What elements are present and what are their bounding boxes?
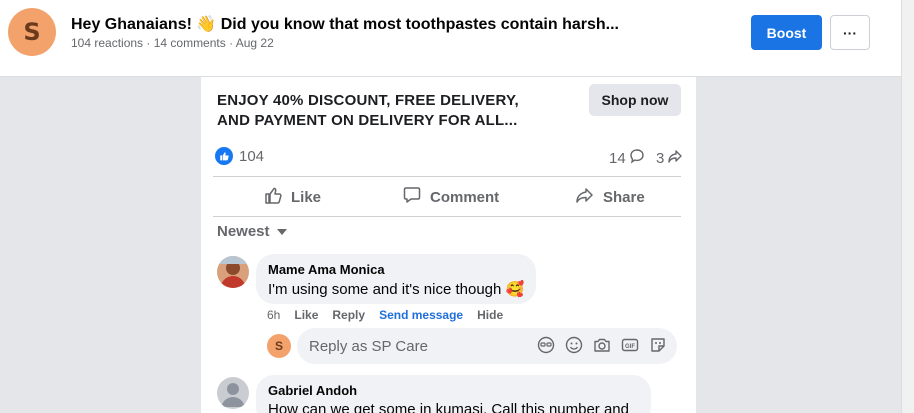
post-card: ENJOY 40% DISCOUNT, FREE DELIVERY, AND P… xyxy=(201,77,696,413)
comment-text: I'm using some and it's nice though 🥰 xyxy=(268,281,525,298)
shares-count[interactable]: 3 xyxy=(656,148,683,168)
thumbs-up-icon xyxy=(263,185,283,209)
comment-time[interactable]: 6h xyxy=(267,308,280,322)
ad-headline: ENJOY 40% DISCOUNT, FREE DELIVERY, AND P… xyxy=(217,91,519,131)
reply-tools: GIF xyxy=(537,336,667,354)
sort-label: Newest xyxy=(217,223,270,240)
post-title: Hey Ghanaians! 👋 Did you know that most … xyxy=(71,16,619,33)
boost-button[interactable]: Boost xyxy=(751,15,822,50)
ad-headline-line1: ENJOY 40% DISCOUNT, FREE DELIVERY, xyxy=(217,92,519,109)
reply-placeholder: Reply as SP Care xyxy=(309,338,428,355)
comment-label: Comment xyxy=(430,188,500,206)
emoji-icon[interactable] xyxy=(565,336,583,354)
svg-text:GIF: GIF xyxy=(625,344,635,350)
comment-like-link[interactable]: Like xyxy=(294,308,318,322)
reply-avatar: S xyxy=(267,334,291,358)
comment-actions: 6h Like Reply Send message Hide xyxy=(267,308,503,322)
commenter-avatar[interactable] xyxy=(217,377,249,409)
like-reaction-icon[interactable] xyxy=(215,147,233,165)
post-meta: 104 reactions · 14 comments · Aug 22 xyxy=(71,36,274,50)
reply-input[interactable]: Reply as SP Care GIF xyxy=(297,328,677,364)
commenter-avatar[interactable] xyxy=(217,256,249,288)
hide-comment-link[interactable]: Hide xyxy=(477,308,503,322)
avatar-sticker-icon[interactable] xyxy=(537,336,555,354)
share-icon xyxy=(575,185,595,209)
more-options-button[interactable]: ··· xyxy=(830,15,870,50)
comment-bubble[interactable]: Mame Ama Monica I'm using some and it's … xyxy=(256,254,536,304)
shares-count-value: 3 xyxy=(656,149,665,167)
shop-now-button[interactable]: Shop now xyxy=(589,84,681,116)
camera-icon[interactable] xyxy=(593,336,611,354)
share-button[interactable]: Share xyxy=(575,185,645,209)
comments-count[interactable]: 14 xyxy=(609,148,645,168)
page-avatar[interactable]: S xyxy=(8,8,56,56)
scrollbar[interactable] xyxy=(901,0,914,413)
caret-down-icon xyxy=(276,223,288,240)
comment-icon xyxy=(402,185,422,209)
share-label: Share xyxy=(603,188,645,206)
share-arrow-icon xyxy=(667,148,683,168)
comment-sort-dropdown[interactable]: Newest xyxy=(217,223,288,240)
divider xyxy=(213,216,681,217)
comment-text: How can we get some in kumasi. Call this… xyxy=(268,401,629,413)
send-message-link[interactable]: Send message xyxy=(379,308,463,322)
divider xyxy=(213,176,681,177)
comment-reply-link[interactable]: Reply xyxy=(332,308,365,322)
reaction-count[interactable]: 104 xyxy=(239,148,264,165)
commenter-name[interactable]: Mame Ama Monica xyxy=(268,262,524,277)
like-label: Like xyxy=(291,188,322,206)
comment-bubble-icon xyxy=(629,148,645,168)
post-header-bar: S Hey Ghanaians! 👋 Did you know that mos… xyxy=(0,0,901,77)
comments-count-value: 14 xyxy=(609,149,626,167)
comment-bubble[interactable]: Gabriel Andoh How can we get some in kum… xyxy=(256,375,651,413)
ad-headline-line2: AND PAYMENT ON DELIVERY FOR ALL... xyxy=(217,112,518,129)
commenter-name[interactable]: Gabriel Andoh xyxy=(268,383,639,398)
gif-icon[interactable]: GIF xyxy=(621,336,639,354)
comment-button[interactable]: Comment xyxy=(402,185,499,209)
sticker-icon[interactable] xyxy=(649,336,667,354)
like-button[interactable]: Like xyxy=(263,185,321,209)
